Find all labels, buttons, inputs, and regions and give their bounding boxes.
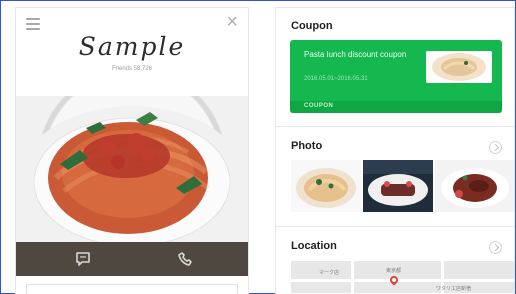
map-label: ワタリエ店新宿 xyxy=(436,286,472,292)
divider xyxy=(276,226,514,227)
coupon-dates: 2016.05.01~2016.05.31 xyxy=(304,76,368,82)
chevron-right-icon[interactable] xyxy=(489,241,502,254)
map-label: マーク店 xyxy=(319,270,340,276)
coupon-section-title: Coupon xyxy=(291,20,333,32)
phone-icon[interactable] xyxy=(176,250,194,268)
photo-thumbnail-1[interactable] xyxy=(291,160,361,212)
right-phone-screen: Coupon Pasta lunch discount coupon 2016.… xyxy=(276,8,514,294)
friends-count: Friends 58,726 xyxy=(111,66,153,72)
map-label: 東京都 xyxy=(386,268,402,274)
left-phone-screen: × Sample Friends 58,726 xyxy=(16,8,248,294)
photo-thumbnail-2[interactable] xyxy=(363,160,433,212)
map-pin-icon xyxy=(388,274,400,286)
location-map[interactable]: マーク店 東京都 ワタリエ店新宿 xyxy=(291,261,514,294)
coupon-text: Pasta lunch discount coupon xyxy=(304,50,407,59)
coupon-image xyxy=(426,51,492,83)
action-bar xyxy=(16,242,248,276)
location-section-title: Location xyxy=(291,240,337,252)
map-road xyxy=(291,279,514,282)
chevron-right-icon[interactable] xyxy=(489,141,502,154)
hamburger-menu-icon[interactable] xyxy=(26,18,40,30)
pasta-plate-image xyxy=(18,106,246,242)
photo-strip xyxy=(291,160,514,212)
coupon-card[interactable]: Pasta lunch discount coupon 2016.05.01~2… xyxy=(290,40,502,113)
map-road xyxy=(351,261,354,294)
coupon-footer: COUPON xyxy=(290,101,502,113)
photo-thumbnail-3[interactable] xyxy=(435,160,514,212)
chat-icon[interactable] xyxy=(74,250,92,268)
account-title: Sample xyxy=(78,32,186,61)
divider xyxy=(276,126,514,127)
coupon-footer-label: COUPON xyxy=(304,103,334,109)
photo-section-title: Photo xyxy=(291,140,323,152)
close-icon[interactable]: × xyxy=(226,12,238,32)
bottom-card xyxy=(26,284,238,294)
hero-image-pasta xyxy=(16,96,248,242)
